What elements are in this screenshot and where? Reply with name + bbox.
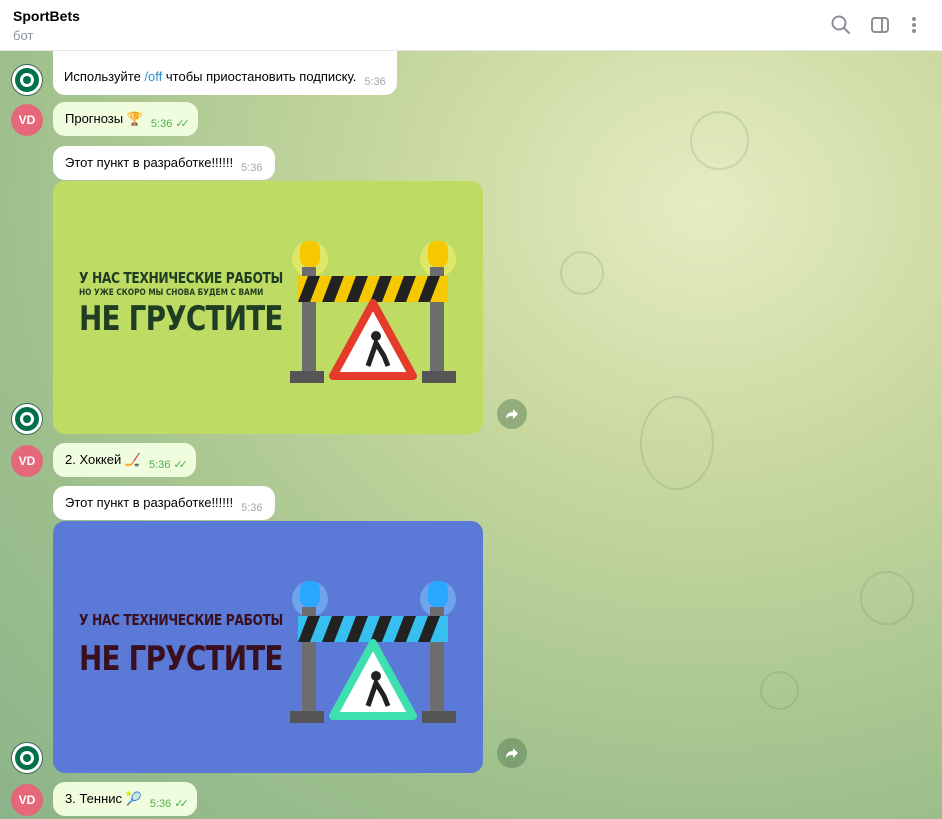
maintenance-image[interactable]: У НАС ТЕХНИЧЕСКИЕ РАБОТЫ НО УЖЕ СКОРО МЫ…	[53, 181, 483, 434]
more-menu-icon[interactable]	[903, 14, 925, 36]
message-bubble[interactable]: Этот пункт в разработке!!!!!! 5:36	[53, 146, 275, 180]
message-bubble-outgoing[interactable]: 2. Хоккей 🏒 5:36 ✓✓	[53, 443, 196, 477]
forward-arrow-icon	[506, 748, 518, 758]
user-avatar[interactable]: VD	[11, 445, 43, 477]
chat-title[interactable]: SportBets	[13, 8, 80, 24]
road-barrier-icon	[290, 241, 456, 383]
road-barrier-icon	[290, 581, 456, 723]
circle-doodle-icon	[860, 571, 914, 625]
message-text: 3. Теннис 🎾	[65, 791, 142, 806]
bot-avatar[interactable]	[11, 742, 43, 774]
message-time: 5:36	[149, 459, 171, 471]
chat-subtitle: бот	[13, 28, 34, 43]
circle-doodle-icon	[690, 111, 749, 170]
message-text: Используйте	[64, 69, 145, 84]
bot-avatar[interactable]	[11, 64, 43, 96]
message-text: Прогнозы 🏆	[65, 111, 143, 126]
message-time: 5:36	[149, 798, 172, 810]
image-text-line: У НАС ТЕХНИЧЕСКИЕ РАБОТЫ	[79, 269, 283, 287]
message-bubble-outgoing[interactable]: Прогнозы 🏆 5:36 ✓✓	[53, 102, 198, 136]
message-bubble[interactable]: Этот пункт в разработке!!!!!! 5:36	[53, 486, 275, 520]
user-avatar[interactable]: VD	[11, 104, 43, 136]
forward-button[interactable]	[497, 399, 527, 429]
message-text: Этот пункт в разработке!!!!!!	[65, 155, 234, 170]
forward-arrow-icon	[506, 409, 518, 419]
message-text: 2. Хоккей 🏒	[65, 452, 142, 467]
balloon-doodle-icon	[640, 396, 714, 490]
search-icon[interactable]	[830, 14, 852, 36]
read-checkmarks-icon: ✓✓	[174, 798, 189, 810]
circle-doodle-icon	[760, 671, 799, 710]
circle-doodle-icon	[560, 251, 604, 295]
message-bubble-outgoing[interactable]: 3. Теннис 🎾 5:36 ✓✓	[53, 782, 197, 816]
maintenance-image[interactable]: У НАС ТЕХНИЧЕСКИЕ РАБОТЫ НЕ ГРУСТИТЕ	[53, 521, 483, 773]
image-text-line: НЕ ГРУСТИТЕ	[79, 639, 283, 679]
off-command-link[interactable]: /off	[144, 69, 162, 84]
message-time: 5:36	[364, 76, 386, 88]
chat-header: SportBets бот	[0, 0, 942, 51]
user-avatar[interactable]: VD	[11, 784, 43, 816]
forward-button[interactable]	[497, 738, 527, 768]
message-bubble[interactable]: Используйте /off чтобы приостановить под…	[53, 51, 397, 95]
chat-area[interactable]: Используйте /off чтобы приостановить под…	[0, 51, 942, 819]
read-checkmarks-icon: ✓✓	[175, 118, 190, 130]
image-text-line: НО УЖЕ СКОРО МЫ СНОВА БУДЕМ С ВАМИ	[79, 288, 264, 298]
message-text: Этот пункт в разработке!!!!!!	[65, 495, 234, 510]
message-text: чтобы приостановить подписку.	[162, 69, 357, 84]
read-checkmarks-icon: ✓✓	[173, 459, 188, 471]
sidebar-toggle-icon[interactable]	[869, 14, 891, 36]
bot-avatar[interactable]	[11, 403, 43, 435]
image-text-line: У НАС ТЕХНИЧЕСКИЕ РАБОТЫ	[79, 611, 283, 629]
message-time: 5:36	[241, 162, 263, 174]
message-time: 5:36	[241, 502, 263, 514]
image-text-line: НЕ ГРУСТИТЕ	[79, 299, 283, 339]
message-time: 5:36	[150, 118, 173, 130]
